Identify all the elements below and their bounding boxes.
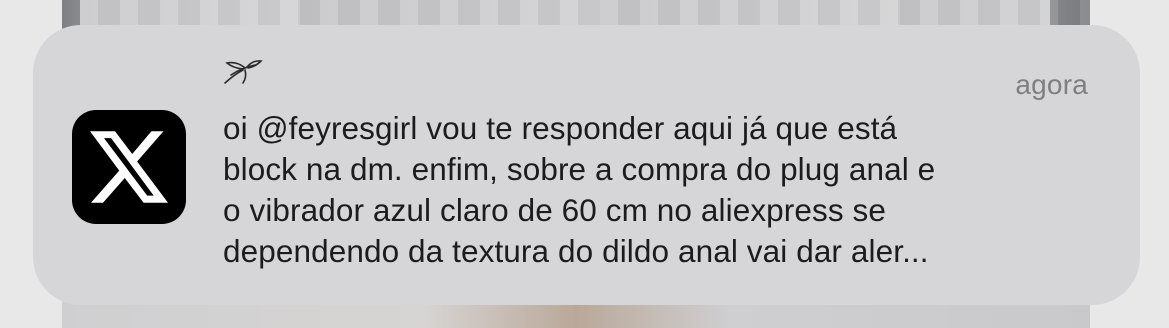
- notification-card[interactable]: agora oi @feyresgirl vou te responder aq…: [33, 25, 1140, 305]
- dragonfly-icon: [224, 60, 263, 84]
- x-logo-glyph: [90, 131, 168, 203]
- x-logo-icon: [72, 110, 186, 224]
- timestamp: agora: [1015, 69, 1088, 100]
- notification-message: oi @feyresgirl vou te responder aqui já …: [223, 110, 936, 269]
